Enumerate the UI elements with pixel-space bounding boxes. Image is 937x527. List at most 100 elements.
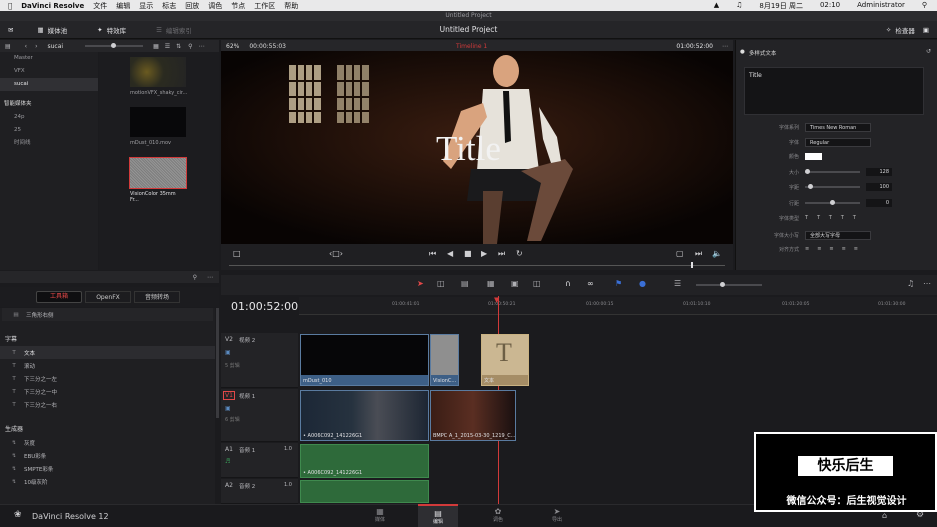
- menu-view[interactable]: 显示: [139, 1, 153, 11]
- font-style-dropdown[interactable]: Regular: [805, 137, 871, 147]
- replace-clip-icon[interactable]: ◫: [533, 279, 541, 288]
- reset-icon[interactable]: ↺: [926, 48, 931, 55]
- edit-index-button[interactable]: ☰ 编辑索引: [156, 25, 192, 35]
- line-spacing-value[interactable]: 0: [866, 199, 892, 207]
- zoom-out-icon[interactable]: ☰: [674, 279, 681, 288]
- track-header-v1[interactable]: V1 视频 1 ▣ 6 剪辑: [221, 389, 298, 442]
- timeline-zoom-slider[interactable]: [696, 282, 762, 287]
- size-value[interactable]: 128: [866, 168, 892, 176]
- title-item-scroll[interactable]: T 滚动: [0, 359, 215, 372]
- timeline-name[interactable]: Timeline 1: [456, 43, 487, 50]
- text-editor-box[interactable]: Title: [744, 67, 924, 115]
- page-deliver-button[interactable]: ➤ 导出: [537, 504, 577, 527]
- audio-icon[interactable]: 🔈: [712, 249, 722, 258]
- audio-clip[interactable]: [300, 480, 429, 503]
- selection-tool-icon[interactable]: ➤: [417, 279, 424, 288]
- generator-item-ebu[interactable]: ↯ EBU彩条: [0, 449, 215, 462]
- timeline-clip[interactable]: mDust_010: [300, 334, 429, 386]
- font-type-buttons[interactable]: TTTTT: [805, 215, 865, 221]
- audio-clip[interactable]: • A006C092_141226G1: [300, 444, 429, 478]
- title-item-lower-right[interactable]: T 下三分之一右: [0, 398, 215, 411]
- line-spacing-slider[interactable]: [805, 200, 860, 205]
- effects-library-button[interactable]: ✦ 特效库: [97, 25, 126, 35]
- list-view-icon[interactable]: ☰: [165, 43, 170, 50]
- play-icon[interactable]: ▶: [481, 249, 487, 258]
- page-media-button[interactable]: ▦ 媒体: [360, 504, 400, 527]
- speaker-icon[interactable]: ♬: [225, 458, 230, 465]
- safe-area-icon[interactable]: ▢: [676, 249, 684, 258]
- track-level[interactable]: 1.0: [284, 446, 292, 452]
- more-icon[interactable]: ⋯: [923, 279, 931, 288]
- search-icon[interactable]: ⚲: [193, 274, 197, 281]
- bin-master[interactable]: Master: [0, 52, 98, 65]
- rewind-icon[interactable]: ◀: [447, 249, 453, 258]
- page-color-button[interactable]: ✿ 调色: [478, 504, 518, 527]
- search-icon[interactable]: ⚲: [188, 43, 192, 50]
- title-item-lower-left[interactable]: T 下三分之一左: [0, 372, 215, 385]
- bin-sucai[interactable]: sucai: [0, 78, 98, 91]
- smart-bin-24p[interactable]: 24p: [0, 111, 98, 124]
- apple-icon[interactable]: : [8, 2, 12, 10]
- sort-icon[interactable]: ⇅: [176, 43, 181, 50]
- title-item-text[interactable]: T 文本: [0, 346, 215, 359]
- clip-thumbnail[interactable]: VisionColor 35mm Fr...: [129, 157, 187, 203]
- timeline-clip[interactable]: • A006C092_141226G1: [300, 390, 429, 441]
- video-viewer[interactable]: Title: [221, 51, 733, 244]
- flag-icon[interactable]: ⚑: [615, 279, 622, 288]
- menubar-app-name[interactable]: DaVinci Resolve: [21, 2, 84, 10]
- menu-color[interactable]: 调色: [208, 1, 222, 11]
- menu-file[interactable]: 文件: [93, 1, 107, 11]
- tracking-slider[interactable]: [805, 184, 860, 189]
- blade-tool-icon[interactable]: ▤: [461, 279, 469, 288]
- home-icon[interactable]: ⌂: [882, 511, 887, 520]
- jump-end-icon[interactable]: ⏭: [498, 249, 505, 259]
- jump-start-icon[interactable]: ⏮: [429, 249, 436, 259]
- timeline-clip[interactable]: BMPC A_1_2015-03-30_1219_C...: [430, 390, 516, 441]
- tracking-value[interactable]: 100: [866, 183, 892, 191]
- size-slider[interactable]: [805, 169, 860, 174]
- menu-mark[interactable]: 标志: [162, 1, 176, 11]
- smart-bin-timeline[interactable]: 时间线: [0, 137, 98, 150]
- trim-tool-icon[interactable]: ◫: [437, 279, 445, 288]
- viewer-options-icon[interactable]: ⋯: [722, 43, 728, 50]
- tab-openfx[interactable]: OpenFX: [85, 291, 131, 303]
- track-header-v2[interactable]: V2 视频 2 ▣ 5 剪辑: [221, 333, 298, 388]
- more-icon[interactable]: ⋯: [199, 43, 205, 50]
- track-level[interactable]: 1.0: [284, 482, 292, 488]
- menu-workspace[interactable]: 工作区: [254, 1, 275, 11]
- loop-icon[interactable]: ↻: [516, 249, 523, 258]
- track-header-a1[interactable]: A1 音频 1 1.0 ♬: [221, 443, 298, 478]
- grid-view-icon[interactable]: ▦: [153, 43, 159, 50]
- bin-list-icon[interactable]: ▤: [5, 43, 11, 50]
- menubar-date[interactable]: 8月19日 周二: [759, 1, 803, 11]
- insert-clip-icon[interactable]: ▦: [487, 279, 495, 288]
- search-icon[interactable]: ⚲: [922, 1, 927, 11]
- effects-scrollbar[interactable]: [216, 308, 219, 418]
- wifi-icon[interactable]: ▲: [714, 1, 719, 11]
- case-dropdown[interactable]: 全部大写字母: [805, 230, 871, 240]
- align-buttons[interactable]: ≡≡≡≡≡: [805, 246, 866, 252]
- volume-icon[interactable]: ♫: [736, 1, 742, 11]
- color-swatch[interactable]: [805, 152, 822, 160]
- timeline-clip[interactable]: VisionC...: [430, 334, 459, 386]
- back-icon[interactable]: ‹: [25, 43, 27, 50]
- thumb-size-slider[interactable]: [85, 43, 144, 48]
- playhead-marker-icon[interactable]: ▼: [494, 296, 499, 304]
- snapping-icon[interactable]: ∩: [565, 279, 571, 288]
- marker-icon[interactable]: ●: [639, 279, 646, 288]
- clip-thumbnail[interactable]: mDust_010.mov: [130, 107, 186, 146]
- menu-help[interactable]: 帮助: [284, 1, 298, 11]
- more-icon[interactable]: ⋯: [207, 274, 213, 281]
- forward-icon[interactable]: ›: [35, 43, 37, 50]
- font-family-dropdown[interactable]: Times New Roman: [805, 122, 871, 132]
- title-overlay[interactable]: Title: [436, 129, 501, 169]
- page-edit-button[interactable]: ▤ 编辑: [418, 504, 458, 527]
- track-header-a2[interactable]: A2 音频 2 1.0: [221, 479, 298, 504]
- track-lock-icon[interactable]: ▣: [225, 405, 231, 412]
- menu-nodes[interactable]: 节点: [231, 1, 245, 11]
- scrubber-bar[interactable]: [229, 265, 725, 266]
- bin-vfx[interactable]: VFX: [0, 65, 98, 78]
- next-frame-icon[interactable]: ⏭: [695, 249, 702, 259]
- viewer-mode-icon[interactable]: □: [233, 249, 241, 258]
- clip-thumbnail[interactable]: motionVFX_shaky_cir...: [130, 57, 187, 96]
